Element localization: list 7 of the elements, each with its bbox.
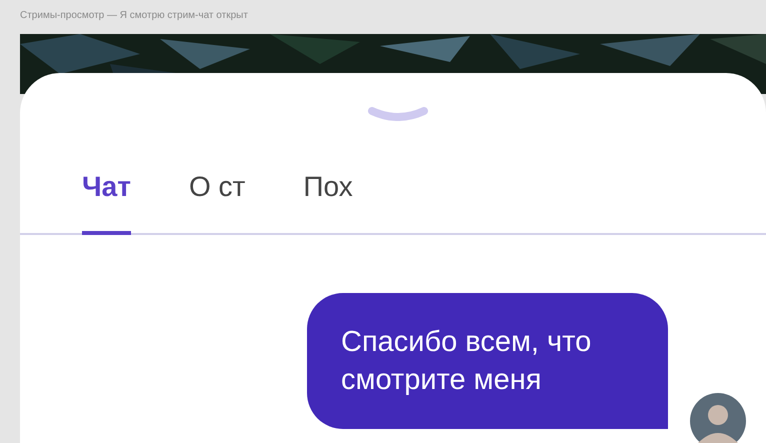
- frame-label: Стримы-просмотр — Я смотрю стрим-чат открыт: [19, 9, 249, 23]
- avatar-icon: [690, 393, 746, 443]
- tab[interactable]: О ст: [188, 155, 246, 235]
- tab[interactable]: Чат: [82, 155, 131, 235]
- message-bubble: Спасибо всем, что смотрите меня: [307, 293, 668, 429]
- tab[interactable]: Пох: [303, 155, 353, 235]
- chevron-down-icon[interactable]: [368, 107, 428, 121]
